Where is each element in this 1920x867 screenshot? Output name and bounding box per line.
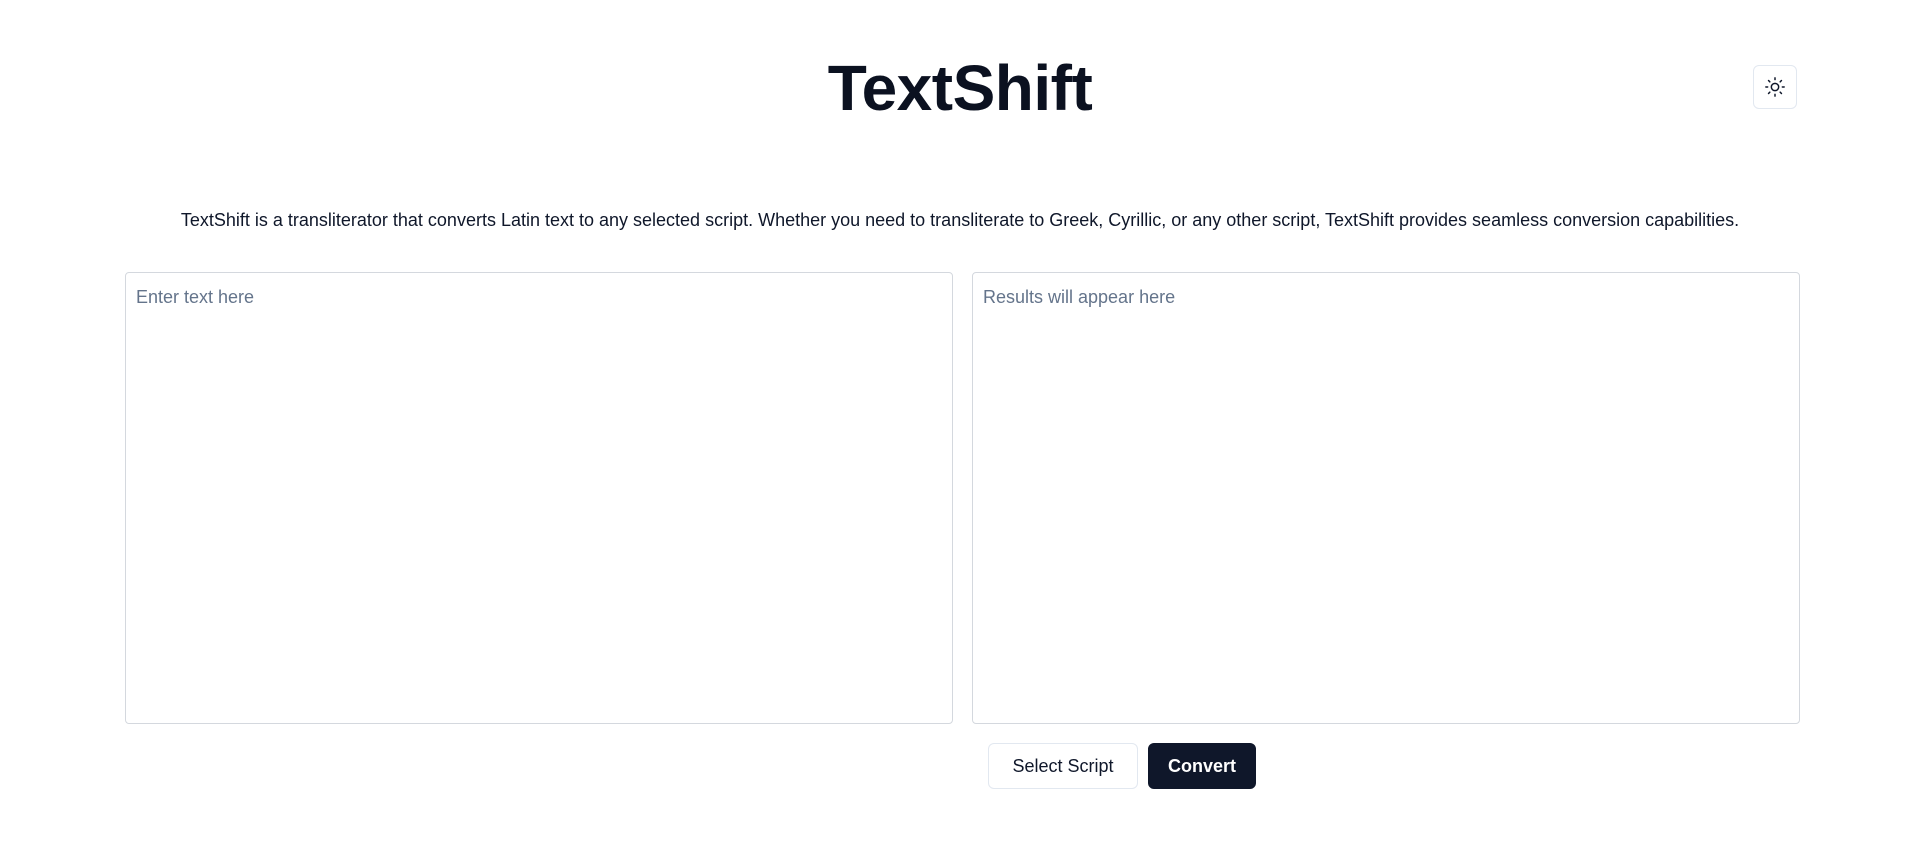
page-title: TextShift [827, 52, 1093, 124]
sun-icon [1764, 76, 1786, 98]
page: TextShift TextShift is a transliterator … [0, 0, 1920, 867]
app-description: TextShift is a transliterator that conve… [180, 210, 1740, 230]
theme-toggle-button[interactable] [1753, 65, 1797, 109]
convert-button[interactable]: Convert [1148, 743, 1256, 789]
result-text-output[interactable] [972, 272, 1800, 724]
source-text-input[interactable] [125, 272, 953, 724]
select-script-button[interactable]: Select Script [988, 743, 1138, 789]
